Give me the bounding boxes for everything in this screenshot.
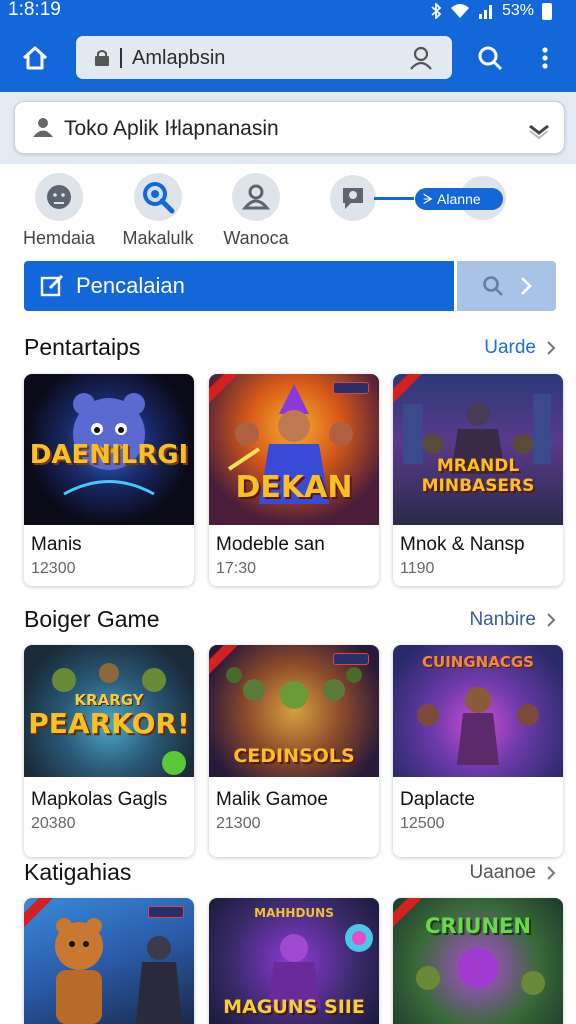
category-makalulk[interactable]: Makalulk: [103, 173, 213, 249]
category-hemdaia[interactable]: Hemdaia: [4, 173, 114, 249]
status-time: 1:8:19: [8, 0, 61, 20]
app-art-title: CUINGNACGS: [422, 653, 534, 671]
app-art-title: DAENILRGI: [29, 440, 189, 470]
app-name: Manis: [31, 534, 82, 555]
home-icon: [22, 46, 48, 70]
app-name: Modeble san: [216, 534, 325, 555]
store-search-box[interactable]: Toko Aplik Iɫlapnanasin: [14, 101, 565, 154]
face-icon: [35, 173, 83, 221]
app-art: DAENILRGI: [24, 374, 194, 525]
app-card[interactable]: CRIUNEN: [393, 898, 563, 1024]
home-button[interactable]: [14, 38, 56, 78]
more-vert-icon: [542, 47, 548, 69]
app-name: Mapkolas Gagls: [31, 789, 168, 810]
signal-icon: [478, 5, 492, 19]
category-label: Makalulk: [122, 228, 194, 248]
section-more-label: Uarde: [484, 337, 536, 358]
app-card[interactable]: DAENILRGI Manis 12300: [24, 374, 194, 586]
app-count: 12500: [400, 815, 445, 832]
app-count: 12300: [31, 560, 76, 577]
app-count: 1190: [400, 560, 435, 577]
overflow-menu-button[interactable]: [528, 38, 562, 78]
bluetooth-icon: [431, 3, 442, 19]
wifi-icon: [450, 4, 469, 18]
app-card[interactable]: DEKAN Modeble san 17:30: [209, 374, 379, 586]
category-label: Wanoca: [223, 228, 289, 248]
app-art: CUINGNACGS: [393, 645, 563, 777]
lock-icon: [95, 50, 109, 66]
store-search-text: Toko Aplik Iɫlapnanasin: [64, 117, 279, 140]
section-more-label: Nanbire: [469, 609, 536, 630]
app-card[interactable]: CEDINSOLS Malik Gamoe 21300: [209, 645, 379, 857]
person-icon: [33, 118, 53, 137]
chat-shortcut[interactable]: ᗒ Alanne: [330, 173, 510, 223]
app-toolbar: 1:8:19 53% Amlapbsin: [0, 0, 576, 92]
app-art: DEKAN: [209, 374, 379, 525]
chevron-right-icon: [520, 277, 532, 295]
app-art-title: DEKAN: [235, 470, 353, 505]
mini-badge: [333, 653, 369, 665]
app-art-title: CRIUNEN: [425, 914, 531, 938]
mini-badge: [148, 906, 184, 918]
search-go-button[interactable]: [457, 261, 556, 311]
search-button-label: Pencalaian: [76, 273, 185, 298]
section-more-label: Uaanoe: [469, 862, 536, 883]
chat-icon: [330, 175, 376, 221]
app-card[interactable]: CUINGNACGS Daplacte 12500: [393, 645, 563, 857]
search-icon: [482, 276, 503, 296]
app-art-title: MRANDL MINBASERS: [421, 456, 535, 496]
toolbar-search-button[interactable]: [470, 38, 510, 78]
battery-percent: 53%: [501, 2, 534, 19]
app-art: MRANDL MINBASERS: [393, 374, 563, 525]
mini-badge: [333, 382, 369, 394]
category-wanoca[interactable]: Wanoca: [201, 173, 311, 249]
address-bar[interactable]: Amlapbsin: [76, 36, 452, 79]
edit-icon: [40, 274, 64, 297]
app-art-title: CEDINSOLS: [233, 745, 355, 767]
chat-tag[interactable]: ᗒ Alanne: [415, 188, 503, 210]
category-label: Hemdaia: [22, 228, 96, 248]
address-text[interactable]: Amlapbsin: [132, 47, 225, 70]
app-card[interactable]: MRANDL MINBASERS Mnok & Nansp 1190: [393, 374, 563, 586]
app-art: CEDINSOLS: [209, 645, 379, 777]
app-art-title: MAGUNS SIIE: [223, 996, 365, 1018]
app-card[interactable]: KRARGY PEARKOR! Mapkolas Gagls 20380: [24, 645, 194, 857]
app-count: 20380: [31, 815, 76, 832]
battery-icon: [542, 2, 552, 20]
search-icon: [478, 46, 503, 71]
app-name: Mnok & Nansp: [400, 534, 525, 555]
section-more-link[interactable]: Uaanoe: [469, 862, 556, 884]
section-more-link[interactable]: Nanbire: [469, 609, 556, 631]
app-name: Malik Gamoe: [216, 789, 328, 810]
search-button[interactable]: Pencalaian: [24, 261, 454, 311]
app-art: KRARGY PEARKOR!: [24, 645, 194, 777]
chevron-down-icon[interactable]: [527, 117, 551, 141]
section-title: Pentartaips: [24, 334, 141, 360]
app-card[interactable]: MAHHDUNS MAGUNS SIIE: [209, 898, 379, 1024]
app-name: Daplacte: [400, 789, 475, 810]
app-count: 17:30: [216, 560, 257, 577]
section-more-link[interactable]: Uarde: [484, 337, 556, 359]
chat-connector: [374, 197, 414, 200]
app-card[interactable]: [24, 898, 194, 1024]
chevron-right-icon: [547, 613, 556, 627]
section-title: Boiger Game: [24, 606, 160, 632]
user-icon: [232, 173, 280, 221]
app-count: 21300: [216, 815, 261, 832]
app-art-title: PEARKOR!: [28, 707, 190, 740]
search-icon: [134, 173, 182, 221]
section-title: Katigahias: [24, 859, 132, 885]
chevron-right-icon: [547, 866, 556, 880]
chevron-right-icon: [547, 341, 556, 355]
profile-icon[interactable]: [408, 45, 434, 71]
address-divider: [120, 48, 122, 68]
status-icons: 53%: [430, 0, 552, 22]
app-art-title-top: MAHHDUNS: [254, 906, 334, 920]
